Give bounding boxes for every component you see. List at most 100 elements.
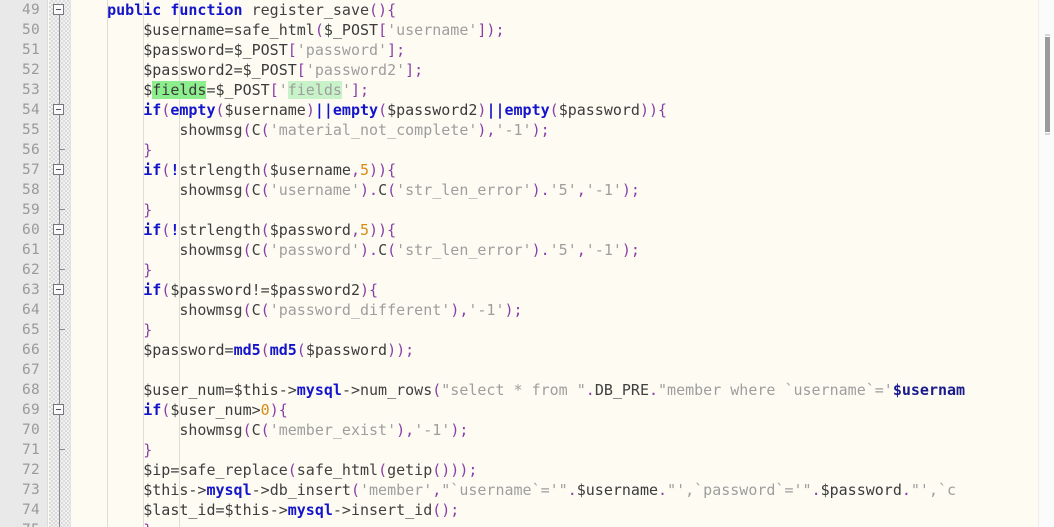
- code-token: ()));: [432, 461, 478, 479]
- vertical-scrollbar-thumb[interactable]: [1045, 37, 1050, 132]
- code-line[interactable]: }: [71, 320, 1054, 340]
- code-token: getip: [387, 461, 433, 479]
- code-token: $usernam: [892, 381, 966, 399]
- code-token: $_POST: [242, 61, 297, 79]
- code-token: (: [378, 101, 388, 119]
- code-line[interactable]: $user_num=$this->mysql->num_rows("select…: [71, 380, 1054, 400]
- fold-collapse-toggle[interactable]: [49, 100, 71, 120]
- code-token: 'username': [387, 21, 478, 39]
- code-token: function: [170, 1, 243, 19]
- code-line[interactable]: $password2=$_POST['password2'];: [71, 60, 1054, 80]
- code-line[interactable]: $username=safe_html($_POST['username']);: [71, 20, 1054, 40]
- code-line[interactable]: showmsg(C('member_exist'),'-1');: [71, 420, 1054, 440]
- fold-minus-icon[interactable]: [53, 4, 64, 15]
- code-editor[interactable]: 49 50 51 52 53 54 55 56 57 58 59 60 61 62 63 64 65 66 67 68…: [0, 0, 1054, 527]
- code-token: if: [143, 221, 162, 239]
- code-token: (: [387, 181, 397, 199]
- line-number: 70: [21, 422, 40, 438]
- code-line[interactable]: }: [71, 140, 1054, 160]
- code-line[interactable]: if(empty($username)||empty($password2)||…: [71, 100, 1054, 120]
- line-number: 68: [21, 382, 40, 398]
- fold-minus-icon[interactable]: [53, 104, 64, 115]
- code-line[interactable]: $last_id=$this->mysql->insert_id();: [71, 500, 1054, 520]
- code-token: ->: [341, 381, 360, 399]
- code-text-area[interactable]: public function register_save(){ $userna…: [71, 0, 1054, 527]
- vertical-scrollbar[interactable]: [1038, 0, 1054, 527]
- code-token: 'password': [296, 41, 388, 59]
- fold-end-marker: [49, 440, 71, 460]
- code-token: $password: [558, 101, 640, 119]
- fold-collapse-toggle[interactable]: [49, 400, 71, 420]
- line-number: 61: [21, 242, 40, 258]
- code-token: num_rows: [360, 381, 433, 399]
- code-line[interactable]: if($password!=$password2){: [71, 280, 1054, 300]
- code-token: 'str_len_error': [396, 241, 532, 259]
- code-line[interactable]: $password=md5(md5($password));: [71, 340, 1054, 360]
- search-match-highlight: fields: [152, 81, 207, 99]
- code-token: '-1': [495, 121, 532, 139]
- code-line[interactable]: showmsg(C('password_different'),'-1');: [71, 300, 1054, 320]
- code-token: mysql: [206, 481, 252, 499]
- code-token: ){: [269, 401, 288, 419]
- fold-minus-icon[interactable]: [53, 164, 64, 175]
- code-token: (: [260, 121, 270, 139]
- code-token: )){: [369, 221, 397, 239]
- code-token: (: [161, 161, 171, 179]
- code-line[interactable]: $password=$_POST['password'];: [71, 40, 1054, 60]
- code-token: [: [269, 81, 279, 99]
- code-token: (: [242, 121, 252, 139]
- fold-minus-icon[interactable]: [53, 404, 64, 415]
- fold-collapse-toggle[interactable]: [49, 220, 71, 240]
- code-line[interactable]: $this->mysql->db_insert('member',"`usern…: [71, 480, 1054, 500]
- code-line[interactable]: }: [71, 440, 1054, 460]
- code-token: safe_replace: [179, 461, 288, 479]
- code-token: ));: [387, 341, 415, 359]
- code-line[interactable]: $fields=$_POST['fields'];: [71, 80, 1054, 100]
- fold-minus-icon[interactable]: [53, 284, 64, 295]
- code-token: ];: [350, 81, 370, 99]
- code-token: (: [260, 181, 270, 199]
- code-line[interactable]: }: [71, 520, 1054, 527]
- code-token: )){: [639, 101, 668, 119]
- code-token: );: [621, 241, 640, 259]
- code-token: $ip: [143, 461, 171, 479]
- fold-collapse-toggle[interactable]: [49, 280, 71, 300]
- line-number: 64: [21, 302, 40, 318]
- code-line[interactable]: if(!strlength($username,5)){: [71, 160, 1054, 180]
- fold-minus-icon[interactable]: [53, 224, 64, 235]
- code-token: ,: [350, 221, 360, 239]
- code-token: }: [143, 441, 153, 459]
- code-token: =: [224, 341, 234, 359]
- code-line[interactable]: showmsg(C('username').C('str_len_error')…: [71, 180, 1054, 200]
- code-line[interactable]: if(!strlength($password,5)){: [71, 220, 1054, 240]
- fold-end-tick-icon: [59, 449, 65, 450]
- code-token: (: [387, 241, 397, 259]
- code-token: $password2: [143, 61, 234, 79]
- line-number: 54: [21, 102, 40, 118]
- code-line[interactable]: showmsg(C('password').C('str_len_error')…: [71, 240, 1054, 260]
- line-number: 56: [21, 142, 40, 158]
- code-line[interactable]: showmsg(C('material_not_complete'),'-1')…: [71, 120, 1054, 140]
- code-line[interactable]: $ip=safe_replace(safe_html(getip()));: [71, 460, 1054, 480]
- code-token: if: [143, 161, 162, 179]
- code-line[interactable]: }: [71, 200, 1054, 220]
- fold-collapse-toggle[interactable]: [49, 160, 71, 180]
- line-number: 67: [21, 362, 40, 378]
- code-line[interactable]: [71, 360, 1054, 380]
- code-token: $password: [143, 341, 225, 359]
- code-folding-gutter[interactable]: [49, 0, 71, 527]
- code-line[interactable]: }: [71, 260, 1054, 280]
- code-token: (: [215, 101, 225, 119]
- code-token: $username: [269, 161, 351, 179]
- code-line[interactable]: if($user_num>0){: [71, 400, 1054, 420]
- code-token: 5: [360, 221, 370, 239]
- code-line[interactable]: public function register_save(){: [71, 0, 1054, 20]
- code-token: (: [260, 421, 270, 439]
- code-token: .: [649, 381, 659, 399]
- fold-collapse-toggle[interactable]: [49, 0, 71, 20]
- line-number: 69: [21, 402, 40, 418]
